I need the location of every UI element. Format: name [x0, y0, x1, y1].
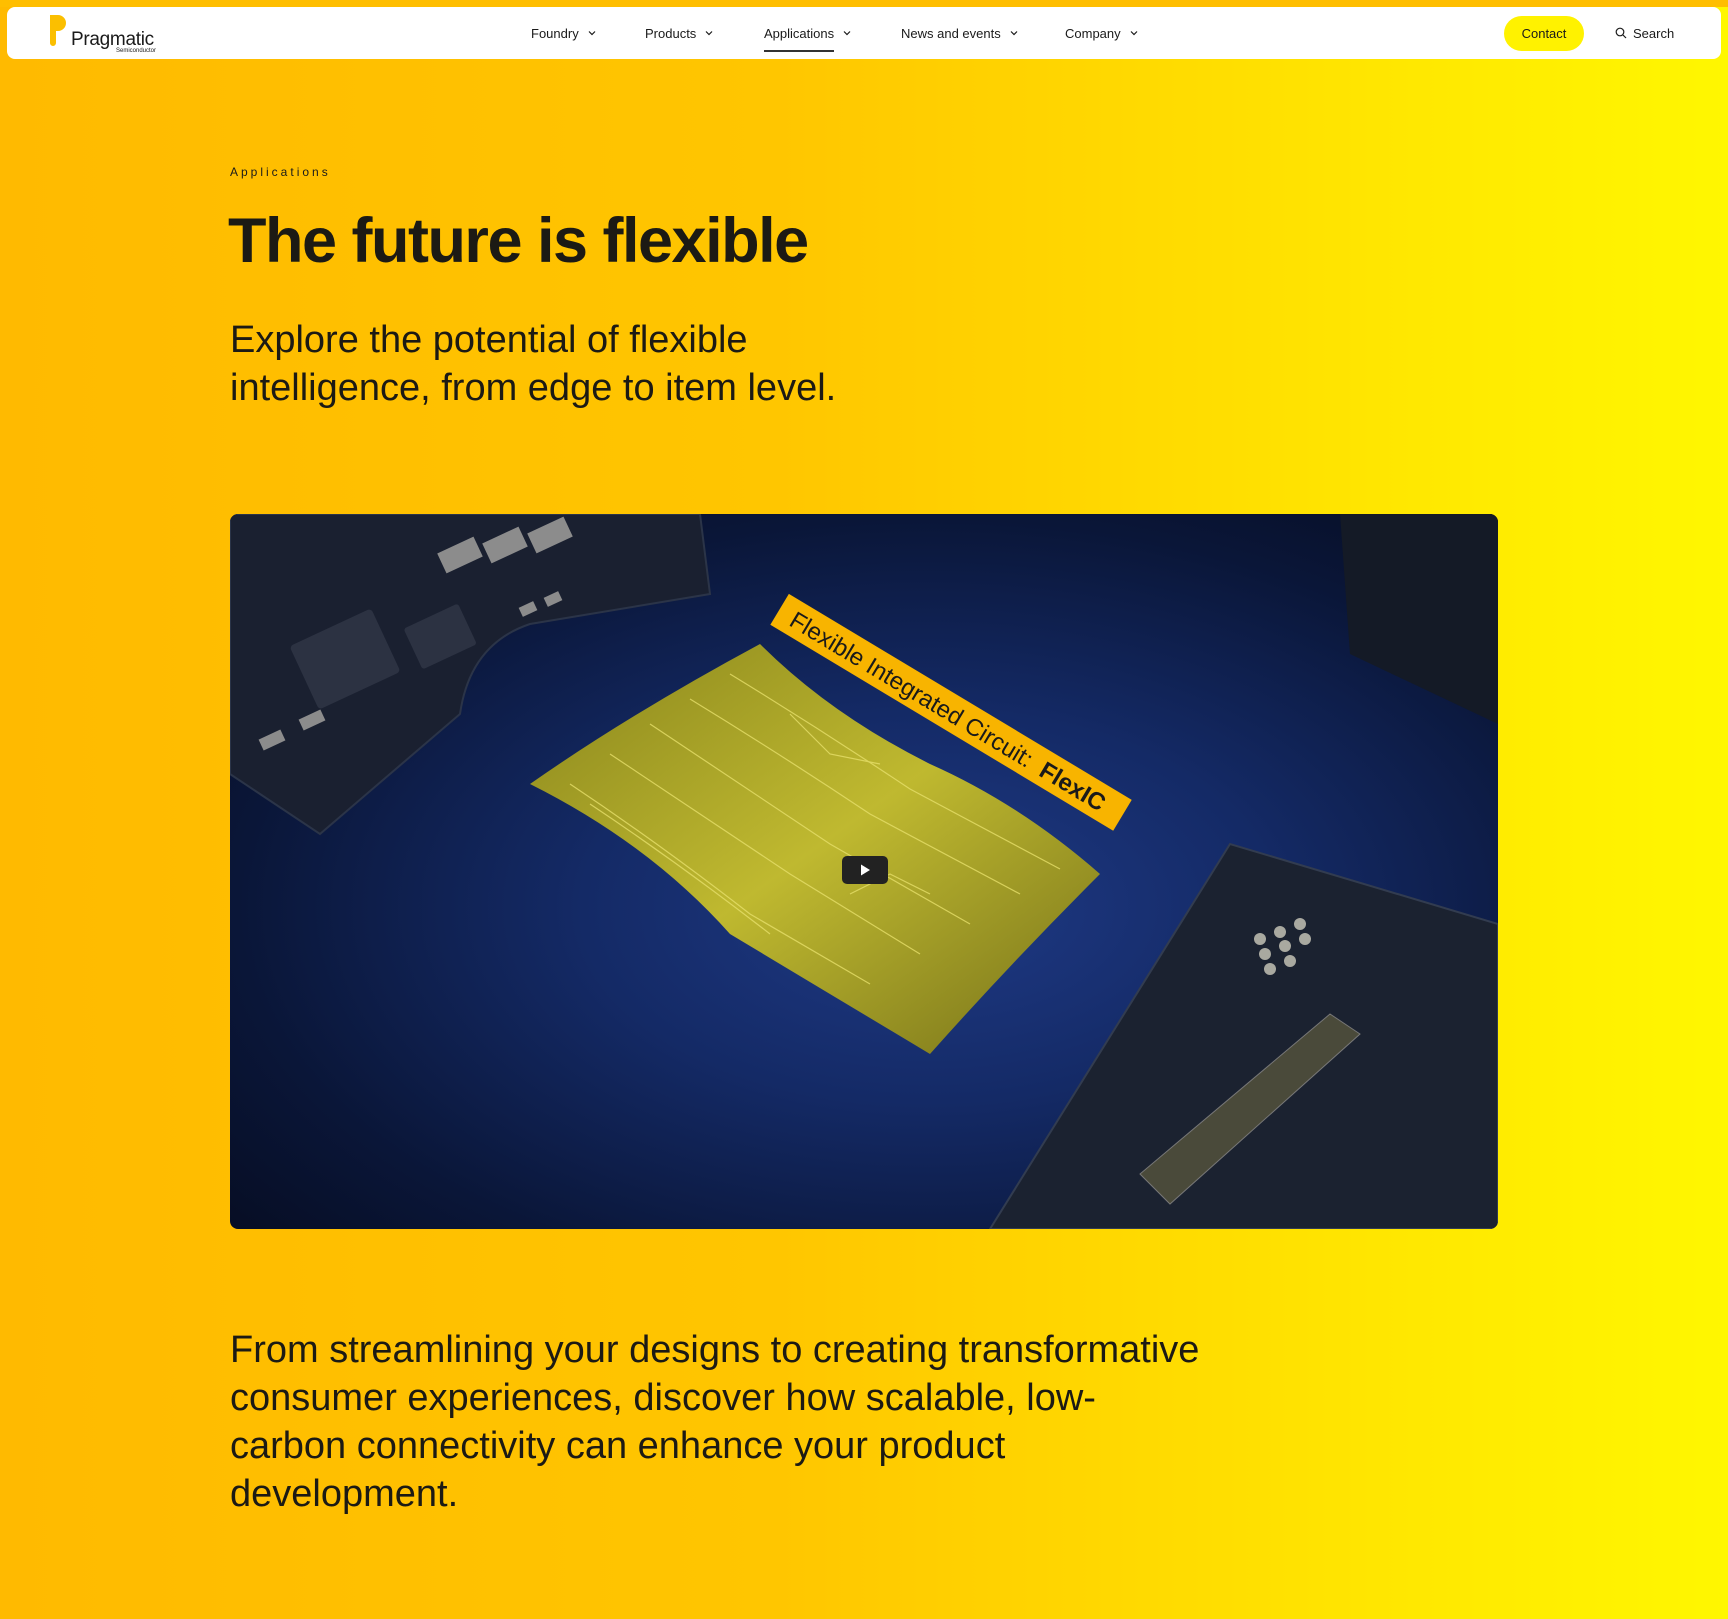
- nav-item-label: Applications: [764, 25, 835, 41]
- chevron-down-icon: [588, 31, 596, 36]
- search-button[interactable]: Search: [1615, 7, 1674, 59]
- search-label: Search: [1633, 25, 1675, 41]
- chevron-down-icon: [1130, 31, 1138, 36]
- nav-item-label: Company: [1065, 25, 1121, 41]
- nav-item-label: Products: [645, 25, 697, 41]
- chevron-down-icon: [843, 31, 851, 36]
- page-title: The future is flexible: [228, 206, 809, 276]
- nav-item-label: Foundry: [531, 25, 579, 41]
- nav-item-applications[interactable]: Applications: [764, 7, 852, 59]
- intro-paragraph: From streamlining your designs to creati…: [230, 1329, 1200, 1515]
- search-icon: [1615, 27, 1627, 39]
- chevron-down-icon: [705, 31, 713, 36]
- nav-item-label: News and events: [901, 25, 1001, 41]
- nav-item-news-and-events[interactable]: News and events: [901, 7, 1019, 59]
- logo-mark-icon: [50, 15, 66, 46]
- contact-button[interactable]: Contact: [1504, 16, 1584, 51]
- nav-item-foundry[interactable]: Foundry: [531, 7, 597, 59]
- section-eyebrow: Applications: [230, 165, 331, 179]
- play-icon: [861, 864, 870, 876]
- page-subtitle: Explore the potential of flexible intell…: [230, 319, 837, 409]
- nav-item-company[interactable]: Company: [1065, 7, 1139, 59]
- logo[interactable]: Pragmatic Semiconductor: [47, 15, 167, 55]
- logo-tagline: Semiconductor: [116, 48, 157, 54]
- nav-item-products[interactable]: Products: [645, 7, 714, 59]
- navbar: Pragmatic Semiconductor Foundry Products…: [7, 7, 1721, 59]
- play-button[interactable]: [842, 856, 888, 884]
- chevron-down-icon: [1010, 31, 1018, 36]
- top-accent-strip: [0, 0, 1728, 7]
- video-player[interactable]: Flexible Integrated Circuit: FlexIC: [230, 514, 1498, 1229]
